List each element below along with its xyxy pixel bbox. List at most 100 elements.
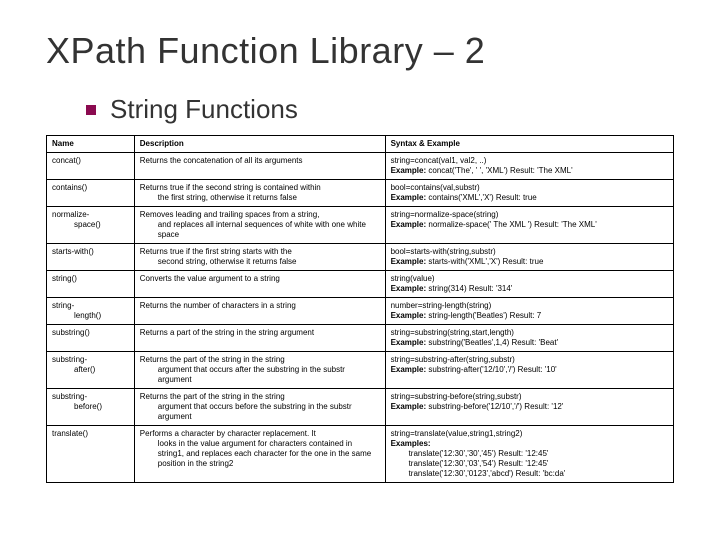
cell-syntax: string(value) Example: string(314) Resul…	[385, 271, 673, 298]
cell-syntax: string=translate(value,string1,string2) …	[385, 426, 673, 483]
cell-description: Performs a character by character replac…	[134, 426, 385, 483]
slide: XPath Function Library – 2 String Functi…	[0, 0, 720, 540]
example-label: Example:	[391, 402, 427, 411]
subhead-text: String Functions	[110, 94, 298, 125]
desc-rest: argument that occurs before the substrin…	[140, 402, 380, 422]
table-row: substring- before() Returns the part of …	[47, 389, 674, 426]
example-body: string-length('Beatles') Result: 7	[426, 311, 541, 320]
cell-name: substring- after()	[47, 352, 135, 389]
example-body: substring-before('12/10','/') Result: '1…	[426, 402, 563, 411]
example-label: Example:	[391, 193, 427, 202]
syntax-line: string(value)	[391, 274, 435, 283]
example-line: translate('12:30','03','54') Result: '12…	[391, 459, 668, 469]
desc-rest: second string, otherwise it returns fals…	[140, 257, 380, 267]
cell-description: Returns true if the second string is con…	[134, 180, 385, 207]
name-line1: normalize-	[52, 210, 89, 219]
col-header-description: Description	[134, 136, 385, 153]
cell-description: Converts the value argument to a string	[134, 271, 385, 298]
syntax-line: string=translate(value,string1,string2)	[391, 429, 523, 438]
syntax-line: string=normalize-space(string)	[391, 210, 499, 219]
syntax-line: bool=contains(val,substr)	[391, 183, 480, 192]
example-body: normalize-space(' The XML ') Result: 'Th…	[426, 220, 597, 229]
cell-syntax: string=substring-before(string,substr) E…	[385, 389, 673, 426]
cell-description: Returns the concatenation of all its arg…	[134, 153, 385, 180]
syntax-line: string=substring-before(string,substr)	[391, 392, 522, 401]
syntax-line: bool=starts-with(string,substr)	[391, 247, 496, 256]
cell-name: translate()	[47, 426, 135, 483]
examples-label: Examples:	[391, 439, 431, 448]
table-row: translate() Performs a character by char…	[47, 426, 674, 483]
cell-syntax: string=normalize-space(string) Example: …	[385, 207, 673, 244]
cell-description: Returns the part of the string in the st…	[134, 352, 385, 389]
cell-name: normalize- space()	[47, 207, 135, 244]
cell-description: Returns the part of the string in the st…	[134, 389, 385, 426]
cell-name: string- length()	[47, 298, 135, 325]
cell-syntax: string=substring-after(string,substr) Ex…	[385, 352, 673, 389]
name-line1: string-	[52, 301, 74, 310]
desc-line: Removes leading and trailing spaces from…	[140, 210, 320, 219]
example-label: Example:	[391, 257, 427, 266]
name-rest: space()	[52, 220, 129, 230]
table-row: contains() Returns true if the second st…	[47, 180, 674, 207]
cell-name: substring- before()	[47, 389, 135, 426]
table-row: concat() Returns the concatenation of al…	[47, 153, 674, 180]
desc-line: Returns true if the first string starts …	[140, 247, 292, 256]
example-label: Example:	[391, 284, 427, 293]
desc-line: Returns true if the second string is con…	[140, 183, 321, 192]
cell-syntax: number=string-length(string) Example: st…	[385, 298, 673, 325]
cell-description: Returns the number of characters in a st…	[134, 298, 385, 325]
example-body: concat('The', ' ', 'XML') Result: 'The X…	[426, 166, 573, 175]
desc-rest: the first string, otherwise it returns f…	[140, 193, 380, 203]
name-line1: substring-	[52, 355, 87, 364]
example-body: contains('XML','X') Result: true	[426, 193, 537, 202]
example-label: Example:	[391, 365, 427, 374]
table-row: substring- after() Returns the part of t…	[47, 352, 674, 389]
syntax-line: number=string-length(string)	[391, 301, 492, 310]
table-row: string() Converts the value argument to …	[47, 271, 674, 298]
table-row: starts-with() Returns true if the first …	[47, 244, 674, 271]
bullet-square-icon	[86, 105, 96, 115]
syntax-line: string=concat(val1, val2, ..)	[391, 156, 487, 165]
name-line1: substring-	[52, 392, 87, 401]
desc-line: Performs a character by character replac…	[140, 429, 316, 438]
example-line: translate('12:30','0123','abcd') Result:…	[391, 469, 668, 479]
cell-name: starts-with()	[47, 244, 135, 271]
cell-name: substring()	[47, 325, 135, 352]
name-rest: before()	[52, 402, 129, 412]
table-header-row: Name Description Syntax & Example	[47, 136, 674, 153]
desc-line: Returns the part of the string in the st…	[140, 355, 285, 364]
desc-rest: looks in the value argument for characte…	[140, 439, 380, 469]
example-label: Example:	[391, 338, 427, 347]
syntax-line: string=substring(string,start,length)	[391, 328, 514, 337]
example-body: substring('Beatles',1,4) Result: 'Beat'	[426, 338, 558, 347]
cell-syntax: bool=contains(val,substr) Example: conta…	[385, 180, 673, 207]
cell-syntax: string=substring(string,start,length) Ex…	[385, 325, 673, 352]
col-header-syntax: Syntax & Example	[385, 136, 673, 153]
table-row: normalize- space() Removes leading and t…	[47, 207, 674, 244]
subhead-row: String Functions	[86, 94, 674, 125]
desc-line: Returns the part of the string in the st…	[140, 392, 285, 401]
example-body: substring-after('12/10','/') Result: '10…	[426, 365, 557, 374]
cell-name: concat()	[47, 153, 135, 180]
cell-description: Returns true if the first string starts …	[134, 244, 385, 271]
cell-name: contains()	[47, 180, 135, 207]
name-rest: length()	[52, 311, 129, 321]
cell-description: Removes leading and trailing spaces from…	[134, 207, 385, 244]
desc-rest: and replaces all internal sequences of w…	[140, 220, 380, 240]
cell-syntax: bool=starts-with(string,substr) Example:…	[385, 244, 673, 271]
example-label: Example:	[391, 220, 427, 229]
cell-syntax: string=concat(val1, val2, ..) Example: c…	[385, 153, 673, 180]
functions-table: Name Description Syntax & Example concat…	[46, 135, 674, 483]
syntax-line: string=substring-after(string,substr)	[391, 355, 515, 364]
example-line: translate('12:30','30','45') Result: '12…	[391, 449, 668, 459]
desc-rest: argument that occurs after the substring…	[140, 365, 380, 385]
example-label: Example:	[391, 166, 427, 175]
cell-name: string()	[47, 271, 135, 298]
example-body: string(314) Result: '314'	[426, 284, 512, 293]
cell-description: Returns a part of the string in the stri…	[134, 325, 385, 352]
table-row: substring() Returns a part of the string…	[47, 325, 674, 352]
example-body: starts-with('XML','X') Result: true	[426, 257, 543, 266]
table-row: string- length() Returns the number of c…	[47, 298, 674, 325]
example-label: Example:	[391, 311, 427, 320]
col-header-name: Name	[47, 136, 135, 153]
